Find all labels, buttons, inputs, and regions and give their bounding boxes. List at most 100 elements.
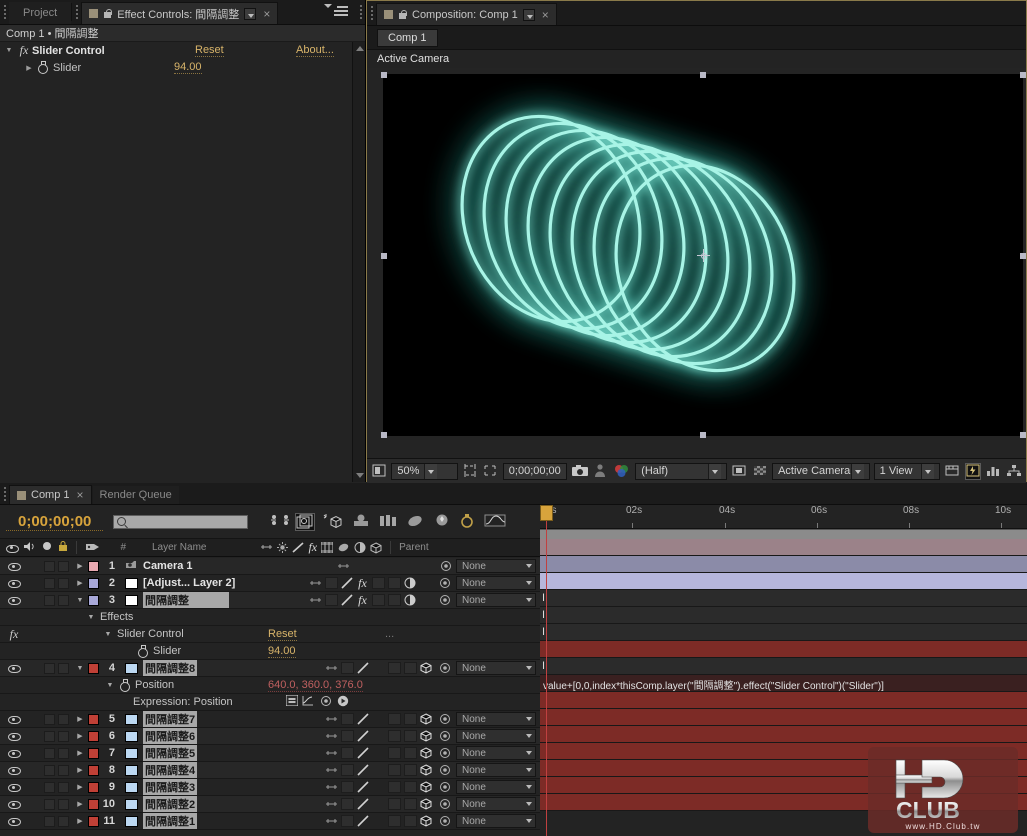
table-row[interactable]: ▶10間隔調整2None — [0, 796, 540, 813]
layer-track-bar[interactable] — [540, 743, 1027, 760]
effects-switch[interactable] — [372, 764, 385, 776]
layer-track-bar[interactable] — [540, 726, 1027, 743]
panel-menu-button[interactable] — [316, 0, 356, 24]
enable-frame-blending-icon[interactable] — [378, 513, 398, 530]
video-toggle[interactable] — [8, 799, 19, 810]
layer-twirl-icon[interactable]: ▶ — [75, 766, 85, 774]
layer-twirl-icon[interactable]: ▶ — [75, 732, 85, 740]
layer-name[interactable]: 間隔調整7 — [143, 711, 197, 727]
layer-name[interactable]: 間隔調整6 — [143, 728, 197, 744]
comp-panel-grip-icon[interactable] — [367, 1, 376, 25]
three-d-switch[interactable] — [419, 577, 432, 589]
solo-toggle[interactable] — [58, 799, 69, 810]
parent-select[interactable]: None — [456, 729, 536, 743]
collapse-transformations-icon[interactable] — [351, 513, 371, 530]
property-row-position[interactable]: ▼ Position 640.0, 360.0, 376.0 — [0, 677, 540, 694]
property-track-row[interactable]: I — [540, 607, 1027, 624]
label-swatch[interactable] — [88, 731, 99, 742]
frame-blend-switch[interactable] — [388, 764, 401, 776]
layer-track-bar[interactable] — [540, 692, 1027, 709]
effect-property-row-slider[interactable]: ▶ Slider 94.00 — [0, 59, 365, 76]
layer-name[interactable]: 間隔調整 — [143, 592, 229, 608]
motion-blur-switch[interactable] — [404, 764, 417, 776]
label-swatch[interactable] — [88, 561, 99, 572]
motion-blur-switch[interactable] — [404, 781, 417, 793]
lock-icon[interactable] — [103, 9, 112, 19]
audio-toggle[interactable] — [44, 595, 55, 606]
effect-twirl-icon[interactable]: ▼ — [103, 631, 113, 638]
layer-track-bar[interactable] — [540, 794, 1027, 811]
motion-blur-switch[interactable] — [388, 594, 401, 606]
chevron-down-icon[interactable] — [851, 464, 864, 479]
tab-effect-controls[interactable]: Effect Controls: 間隔調整 × — [81, 2, 278, 24]
work-area-bar[interactable] — [540, 529, 1027, 539]
expression-graph-icon[interactable] — [302, 695, 314, 709]
motion-blur-switch[interactable] — [404, 713, 417, 725]
expression-text[interactable]: value+[0,0,index*thisComp.layer("間隔調整").… — [543, 677, 884, 692]
tab-grip-icon[interactable] — [72, 0, 81, 24]
audio-toggle[interactable] — [44, 799, 55, 810]
solo-toggle[interactable] — [58, 782, 69, 793]
effects-switch[interactable] — [372, 747, 385, 759]
timeline-current-time[interactable]: 0;00;00;00 — [6, 513, 103, 531]
current-time-indicator-head[interactable] — [540, 505, 553, 521]
time-ruler[interactable]: 0s 02s 04s 06s 08s 10s — [540, 505, 1027, 529]
video-toggle[interactable] — [8, 595, 19, 606]
effects-switch[interactable] — [372, 730, 385, 742]
tab-comp1[interactable]: Comp 1 × — [9, 485, 92, 504]
comp-subtab-comp1[interactable]: Comp 1 — [377, 29, 438, 47]
view-layout-select[interactable]: 1 View — [874, 463, 941, 480]
close-icon[interactable]: × — [540, 8, 549, 22]
audio-toggle[interactable] — [44, 561, 55, 572]
effects-switch[interactable] — [372, 781, 385, 793]
chevron-down-icon[interactable] — [523, 9, 535, 21]
search-input[interactable] — [113, 515, 248, 529]
parent-select[interactable]: None — [456, 593, 536, 607]
effects-switch-icon[interactable]: fx — [356, 593, 369, 608]
collapse-switch[interactable] — [341, 781, 354, 793]
frame-blend-switch[interactable] — [388, 798, 401, 810]
layer-name-column-header[interactable]: Layer Name — [152, 542, 206, 553]
stopwatch-icon[interactable] — [136, 645, 149, 658]
label-swatch[interactable] — [88, 578, 99, 589]
video-toggle[interactable] — [8, 663, 19, 674]
stopwatch-icon[interactable] — [118, 679, 131, 692]
layer-twirl-icon[interactable]: ▶ — [75, 749, 85, 757]
reset-button[interactable]: Reset — [195, 44, 224, 57]
frame-blend-switch[interactable] — [388, 747, 401, 759]
effect-row-slider-control[interactable]: ▼ fx Slider Control Reset About... — [0, 42, 365, 59]
effect-controls-scrollbar[interactable] — [352, 42, 365, 482]
collapse-switch[interactable] — [341, 764, 354, 776]
draft-3d-icon[interactable] — [295, 513, 315, 531]
property-twirl-icon[interactable]: ▼ — [105, 682, 115, 689]
label-swatch[interactable] — [88, 714, 99, 725]
layer-twirl-icon[interactable]: ▶ — [75, 715, 85, 723]
parent-select[interactable]: None — [456, 797, 536, 811]
label-swatch[interactable] — [88, 595, 99, 606]
parent-select[interactable]: None — [456, 661, 536, 675]
collapse-switch[interactable] — [341, 815, 354, 827]
layer-twirl-icon[interactable]: ▶ — [75, 562, 85, 570]
effect-row-slider-control[interactable]: fx ▼ Slider Control Reset ... — [0, 626, 540, 643]
close-icon[interactable]: × — [261, 7, 270, 21]
layer-name[interactable]: 間隔調整3 — [143, 779, 197, 795]
label-swatch[interactable] — [88, 765, 99, 776]
solo-toggle[interactable] — [58, 731, 69, 742]
property-value[interactable]: 640.0, 360.0, 376.0 — [268, 679, 363, 692]
label-swatch[interactable] — [88, 663, 99, 674]
table-row[interactable]: ▶6間隔調整6None — [0, 728, 540, 745]
collapse-switch[interactable] — [341, 730, 354, 742]
hide-shy-layers-icon[interactable] — [322, 513, 344, 530]
layer-twirl-icon[interactable]: ▶ — [75, 817, 85, 825]
video-toggle[interactable] — [8, 816, 19, 827]
motion-blur-switch[interactable] — [404, 730, 417, 742]
comp-flowchart-icon[interactable] — [1006, 463, 1022, 480]
effect-options-dots[interactable]: ... — [385, 628, 394, 640]
scroll-down-icon[interactable] — [353, 469, 366, 482]
selection-handle-tr[interactable] — [1020, 72, 1026, 78]
selection-handle-ml[interactable] — [381, 253, 387, 259]
video-toggle[interactable] — [8, 765, 19, 776]
parent-select[interactable]: None — [456, 576, 536, 590]
pixel-aspect-correction-icon[interactable] — [944, 463, 960, 480]
current-time-display[interactable]: 0;00;00;00 — [503, 463, 567, 480]
